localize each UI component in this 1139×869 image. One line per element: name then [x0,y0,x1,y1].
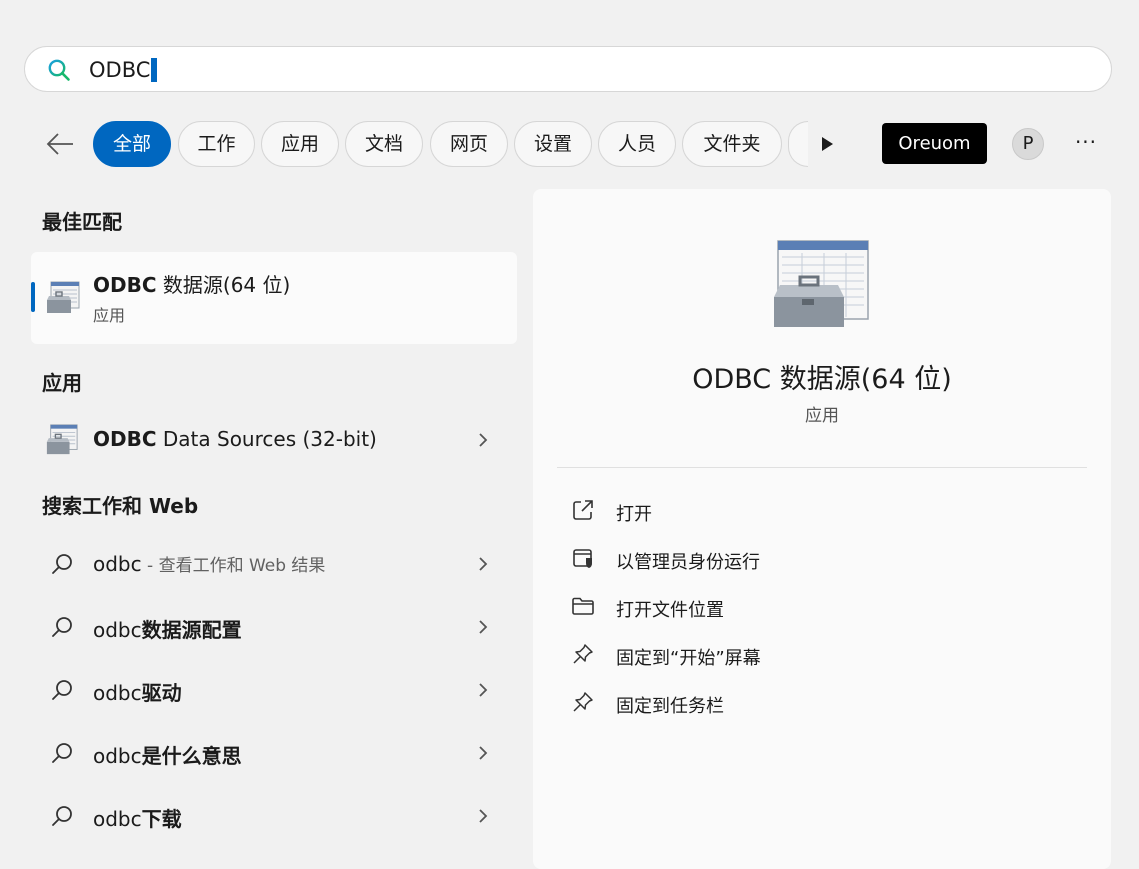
search-icon [48,59,70,81]
best-match-title-rest: 数据源(64 位) [156,273,291,297]
pin-icon [573,644,593,664]
odbc-toolbox-large-icon [774,240,869,327]
action-open-file-location[interactable]: 打开文件位置 [571,587,1071,627]
best-match-card[interactable]: ODBC 数据源(64 位) 应用 [31,252,517,344]
action-pin-to-taskbar-label: 固定到任务栏 [616,696,724,717]
web-result-item[interactable]: odbc驱动 [31,665,517,715]
web-result-label: odbc数据源配置 [93,614,242,643]
play-icon[interactable] [815,132,839,156]
folder-icon [572,597,594,615]
best-match-title-bold: ODBC [93,273,157,297]
app-result-label-rest: Data Sources (32-bit) [156,427,377,451]
selection-indicator [31,282,35,312]
action-open-label: 打开 [616,504,652,525]
odbc-toolbox-icon [46,424,78,455]
more-options-icon[interactable]: ··· [1072,130,1100,158]
chevron-right-icon [479,746,488,760]
action-run-as-admin[interactable]: 以管理员身份运行 [571,539,1071,579]
search-query: ODBC [89,58,151,82]
search-icon [52,554,72,574]
chevron-right-icon [479,683,488,697]
filter-tab-people[interactable]: 人员 [598,121,676,167]
search-input[interactable]: ODBC [89,57,158,83]
action-pin-to-taskbar[interactable]: 固定到任务栏 [571,683,1071,723]
section-apps-heading: 应用 [42,371,82,395]
web-result-suffix: - 查看工作和 Web 结果 [141,556,326,576]
account-chip[interactable]: Oreuom [882,123,987,164]
best-match-subtitle: 应用 [93,306,126,325]
web-result-item[interactable]: odbc数据源配置 [31,602,517,652]
app-result-label: ODBC Data Sources (32-bit) [93,427,377,451]
detail-panel: ODBC 数据源(64 位) 应用 打开 以管理员身份运行 打开文件位置 固定到… [533,189,1111,869]
search-icon [52,806,72,826]
web-result-query: odbc [93,807,142,831]
section-web-heading: 搜索工作和 Web [42,494,199,518]
search-box[interactable]: ODBC [24,46,1112,92]
app-result-label-bold: ODBC [93,427,157,451]
web-result-item[interactable]: odbc是什么意思 [31,728,517,778]
filter-tab-work[interactable]: 工作 [178,121,255,167]
web-result-bold: 是什么意思 [141,744,242,768]
open-external-icon [573,500,593,520]
pin-icon [573,692,593,712]
web-result-bold: 驱动 [141,681,182,705]
web-result-bold: 下载 [141,807,182,831]
search-icon [52,743,72,763]
web-result-label: odbc - 查看工作和 Web 结果 [93,551,325,576]
web-result-label: odbc是什么意思 [93,740,242,769]
chevron-right-icon [479,620,488,634]
odbc-toolbox-icon [47,281,80,313]
admin-shield-icon [573,549,592,568]
section-best-match-heading: 最佳匹配 [42,210,122,234]
detail-subtitle: 应用 [805,406,839,426]
filter-tab-documents[interactable]: 文档 [345,121,423,167]
search-icon [52,680,72,700]
web-result-query: odbc [93,618,142,642]
web-result-query: odbc [93,744,142,768]
filter-tab-settings[interactable]: 设置 [514,121,592,167]
web-result-query: odbc [93,552,142,576]
app-result-item[interactable]: ODBC Data Sources (32-bit) [31,415,517,465]
divider [557,467,1087,468]
web-result-label: odbc驱动 [93,677,182,706]
chevron-right-icon [479,809,488,823]
chevron-right-icon [479,433,488,447]
web-result-query: odbc [93,681,142,705]
action-open[interactable]: 打开 [571,491,1071,531]
best-match-title: ODBC 数据源(64 位) [93,269,290,298]
action-pin-to-start-label: 固定到“开始”屏幕 [616,648,761,669]
back-arrow-icon[interactable] [44,128,76,160]
search-icon [52,617,72,637]
filter-tab-apps[interactable]: 应用 [261,121,339,167]
filter-tab-web[interactable]: 网页 [430,121,508,167]
web-result-item[interactable]: odbc - 查看工作和 Web 结果 [31,539,517,589]
text-caret [151,58,158,82]
web-result-bold: 数据源配置 [141,618,242,642]
web-result-label: odbc下载 [93,803,182,832]
filter-tab-overflow[interactable] [788,121,808,167]
chevron-right-icon [479,557,488,571]
action-open-file-location-label: 打开文件位置 [616,600,724,621]
web-result-item[interactable]: odbc下载 [31,791,517,841]
action-pin-to-start[interactable]: 固定到“开始”屏幕 [571,635,1071,675]
avatar[interactable]: P [1012,128,1044,160]
filter-tab-folders[interactable]: 文件夹 [682,121,782,167]
filter-tab-all[interactable]: 全部 [93,121,171,167]
detail-title: ODBC 数据源(64 位) [692,364,952,395]
action-run-as-admin-label: 以管理员身份运行 [616,552,760,573]
